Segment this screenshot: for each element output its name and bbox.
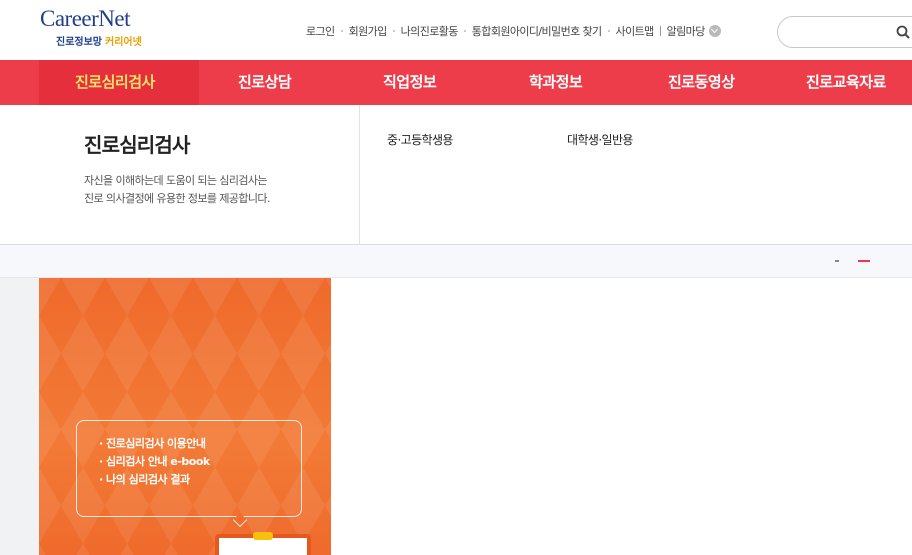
notice-link[interactable]: 알림마당 bbox=[667, 23, 706, 39]
submenu-middle-high-school[interactable]: 중·고등학생용 bbox=[387, 131, 453, 148]
separator-dot bbox=[392, 30, 395, 32]
logo-sub-a: 진로정보망 bbox=[56, 37, 102, 48]
clipboard-clip-icon bbox=[253, 532, 273, 540]
separator-dot bbox=[607, 30, 610, 32]
signup-link[interactable]: 회원가입 bbox=[349, 23, 388, 39]
mega-menu-description: 자신을 이해하는데 도움이 되는 심리검사는 진로 의사결정에 유용한 정보를 … bbox=[84, 172, 344, 208]
mega-menu-title: 진로심리검사 bbox=[84, 133, 190, 157]
find-id-password-link[interactable]: 통합회원아이디/비밀번호 찾기 bbox=[472, 23, 602, 39]
description-line: 진로 의사결정에 유용한 정보를 제공합니다. bbox=[84, 192, 270, 205]
banner-link-ebook[interactable]: · 심리검사 안내 e-book bbox=[99, 453, 210, 469]
utility-nav: 로그인 회원가입 나의진로활동 통합회원아이디/비밀번호 찾기 사이트맵 알림마… bbox=[306, 23, 721, 39]
logo-subtitle: 진로정보망 커리어넷 bbox=[56, 33, 142, 48]
sub-bar bbox=[0, 244, 912, 278]
careernet-logo[interactable]: CareerNet 진로정보망 커리어넷 bbox=[40, 6, 160, 50]
separator-bar bbox=[659, 26, 661, 36]
search-box bbox=[777, 16, 912, 48]
page-background bbox=[0, 278, 39, 555]
divider bbox=[835, 260, 839, 262]
divider bbox=[858, 260, 870, 262]
main-nav: 진로심리검사 진로상담 직업정보 학과정보 진로동영상 진로교육자료 bbox=[0, 60, 912, 105]
sitemap-link[interactable]: 사이트맵 bbox=[616, 23, 655, 39]
submenu-university-general[interactable]: 대학생·일반용 bbox=[567, 131, 633, 148]
mega-divider bbox=[359, 105, 360, 244]
banner-link-guide[interactable]: · 진로심리검사 이용안내 bbox=[99, 435, 206, 451]
chevron-down-icon[interactable] bbox=[708, 25, 721, 37]
psych-test-banner: · 진로심리검사 이용안내 · 심리검사 안내 e-book · 나의 심리검사… bbox=[39, 278, 331, 555]
nav-career-counseling[interactable]: 진로상담 bbox=[238, 60, 292, 105]
separator-dot bbox=[340, 30, 343, 32]
nav-career-psych-test[interactable]: 진로심리검사 bbox=[39, 60, 199, 105]
nav-major-info[interactable]: 학과정보 bbox=[529, 60, 583, 105]
logo-sub-b: 커리어넷 bbox=[105, 37, 142, 48]
logo-wordmark: CareerNet bbox=[40, 6, 131, 31]
search-input[interactable] bbox=[792, 24, 892, 40]
nav-career-edu-materials[interactable]: 진로교육자료 bbox=[806, 60, 886, 105]
separator-dot bbox=[463, 30, 466, 32]
nav-job-info[interactable]: 직업정보 bbox=[383, 60, 437, 105]
my-career-activity-link[interactable]: 나의진로활동 bbox=[401, 23, 459, 39]
search-icon[interactable] bbox=[896, 25, 910, 39]
mega-menu: 진로심리검사 자신을 이해하는데 도움이 되는 심리검사는 진로 의사결정에 유… bbox=[0, 105, 912, 244]
description-line: 자신을 이해하는데 도움이 되는 심리검사는 bbox=[84, 174, 268, 187]
login-link[interactable]: 로그인 bbox=[306, 23, 335, 39]
site-header: CareerNet 진로정보망 커리어넷 로그인 회원가입 나의진로활동 통합회원… bbox=[0, 0, 912, 60]
nav-career-video[interactable]: 진로동영상 bbox=[668, 60, 735, 105]
banner-link-my-results[interactable]: · 나의 심리검사 결과 bbox=[99, 471, 190, 487]
